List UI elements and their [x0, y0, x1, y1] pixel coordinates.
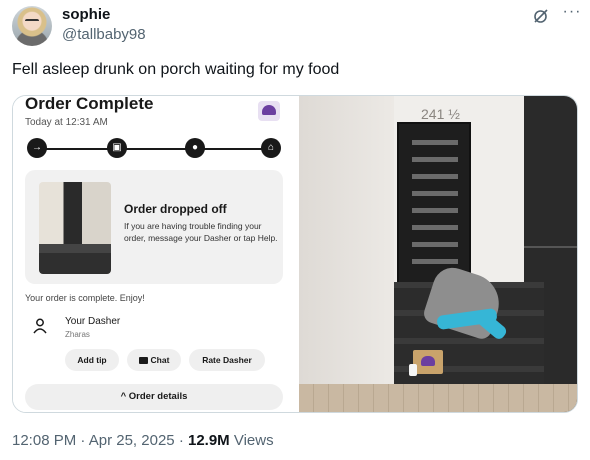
front-door: [397, 122, 471, 290]
chat-button-label: Chat: [150, 355, 170, 365]
order-details-button[interactable]: ^ Order details: [25, 384, 283, 410]
food-bag: [413, 350, 443, 374]
dropoff-title: Order dropped off: [124, 202, 227, 216]
order-time: Today at 12:31 AM: [25, 117, 108, 128]
meta-separator: ·: [178, 432, 184, 449]
grok-icon[interactable]: [533, 8, 549, 24]
avatar-glasses: [25, 19, 39, 23]
house-number: 241 ½: [421, 106, 460, 122]
dropoff-message: If you are having trouble finding your o…: [124, 221, 278, 243]
dasher-name: Zharas: [65, 330, 90, 339]
order-progress-line: [37, 148, 269, 150]
chat-icon: [138, 357, 148, 364]
door-slot: [412, 191, 458, 196]
door-slot: [412, 157, 458, 162]
store-icon: →: [27, 138, 47, 158]
door-slot: [412, 208, 458, 213]
views-label: Views: [233, 432, 274, 449]
door-slot: [412, 242, 458, 247]
tweet-time[interactable]: 12:08 PM: [12, 432, 76, 449]
add-tip-button[interactable]: Add tip: [65, 349, 119, 371]
wall-left: [299, 96, 394, 412]
person-icon: [33, 318, 47, 334]
chat-button[interactable]: Chat: [127, 349, 181, 371]
tweet-text: Fell asleep drunk on porch waiting for m…: [12, 61, 340, 78]
rate-dasher-button[interactable]: Rate Dasher: [189, 349, 265, 371]
porch-photo[interactable]: 241 ½: [299, 96, 577, 412]
door-slot: [412, 259, 458, 264]
dropoff-photo-steps: [39, 244, 111, 274]
author-name[interactable]: sophie: [62, 6, 110, 23]
more-icon[interactable]: ···: [562, 4, 582, 24]
author-handle[interactable]: @tallbaby98: [62, 26, 146, 43]
door-slot: [412, 174, 458, 179]
tweet-meta: 12:08 PM · Apr 25, 2025 · 12.9M Views: [12, 432, 274, 449]
order-title: Order Complete: [25, 95, 154, 113]
drink-cup: [409, 364, 417, 376]
media-container[interactable]: Order Complete Today at 12:31 AM → ▣ ● ⌂…: [12, 95, 578, 413]
order-screenshot[interactable]: Order Complete Today at 12:31 AM → ▣ ● ⌂…: [13, 96, 299, 412]
dropoff-photo[interactable]: [39, 182, 111, 274]
car-icon: ●: [185, 138, 205, 158]
dasher-label: Your Dasher: [65, 316, 121, 327]
bag-icon: ▣: [107, 138, 127, 158]
avatar[interactable]: [12, 6, 52, 46]
order-complete-text: Your order is complete. Enjoy!: [25, 293, 145, 303]
floor-tiles: [299, 384, 577, 412]
home-icon: ⌂: [261, 138, 281, 158]
door-slot: [412, 225, 458, 230]
views-count[interactable]: 12.9M: [188, 432, 230, 449]
tweet-date[interactable]: Apr 25, 2025: [89, 432, 175, 449]
tweet: sophie @tallbaby98 ··· Fell asleep drunk…: [0, 0, 590, 460]
meta-separator: ·: [80, 432, 86, 449]
door-slot: [412, 140, 458, 145]
taco-bell-logo-icon: [258, 101, 280, 121]
dropoff-card: Order dropped off If you are having trou…: [25, 170, 283, 284]
